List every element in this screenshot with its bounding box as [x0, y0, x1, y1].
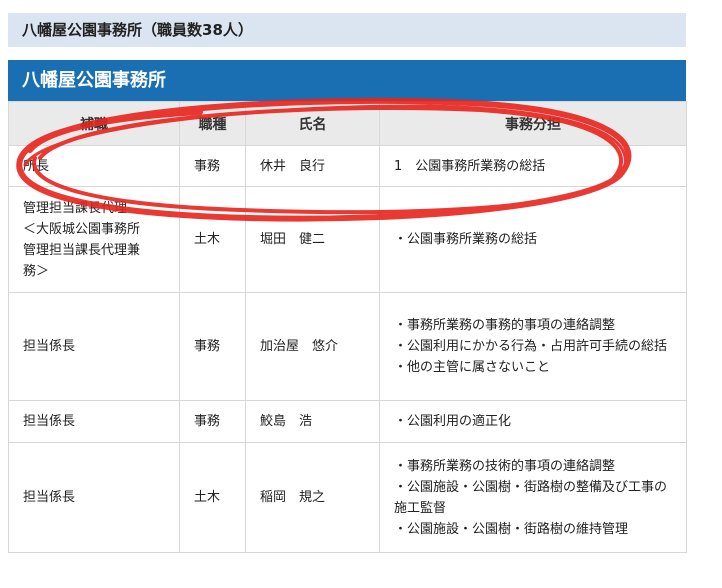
table-header-row: 補職 職種 氏名 事務分担: [8, 101, 687, 146]
table-row: 所長 事務 休井 良行 1 公園事務所業務の総括: [8, 145, 687, 187]
duty-item: ・公園施設・公園樹・街路樹の維持管理: [394, 521, 629, 537]
cell-grade: 事務: [179, 145, 246, 187]
staff-table: 補職 職種 氏名 事務分担 所長 事務 休井 良行 1 公園事務所業務の総括 管理担当課…: [8, 101, 687, 553]
cell-position: 担当係長: [8, 400, 180, 443]
table-row: 担当係長 土木 稲岡 規之 ・事務所業務の技術的事項の連絡調整 ・公園施設・公園樹・街路…: [8, 442, 687, 553]
cell-position: 担当係長: [8, 442, 180, 553]
table-row: 管理担当課長代理 ＜大阪城公園事務所管理担当課長代理兼務＞ 土木 堀田 健二 ・公園事…: [8, 186, 687, 293]
cell-duties: 1 公園事務所業務の総括: [379, 145, 687, 187]
duty-item: ・公園利用にかかる行為・占用許可手続の総括: [394, 339, 668, 354]
cell-duties: ・事務所業務の事務的事項の連絡調整・公園利用にかかる行為・占用許可手続の総括 ・他…: [379, 292, 687, 401]
header-position: 補職: [8, 101, 180, 146]
cell-duties: ・公園事務所業務の総括: [379, 186, 687, 293]
section-heading: 八幡屋公園事務所（職員数38人）: [8, 13, 686, 47]
duty-item: ・公園利用の適正化: [394, 414, 512, 429]
staff-table-container: 八幡屋公園事務所 補職 職種 氏名 事務分担 所長 事務 休井 良行 1 公園事務所業…: [8, 60, 687, 553]
duty-item: ・他の主管に属さないこと: [394, 360, 551, 375]
cell-name: 堀田 健二: [245, 186, 380, 293]
cell-name: 鮫島 浩: [245, 400, 380, 443]
cell-name: 加治屋 悠介: [245, 292, 380, 401]
cell-name: 稲岡 規之: [245, 442, 380, 553]
duty-item: 1 公園事務所業務の総括: [394, 158, 546, 174]
cell-position: 担当係長: [8, 292, 180, 401]
cell-duties: ・公園利用の適正化: [379, 400, 687, 443]
table-caption: 八幡屋公園事務所: [8, 60, 686, 101]
cell-grade: 事務: [179, 400, 246, 443]
header-name: 氏名: [245, 101, 380, 146]
header-duties: 事務分担: [379, 101, 687, 146]
cell-name: 休井 良行: [245, 145, 380, 187]
cell-grade: 土木: [179, 442, 246, 553]
duty-item: ・事務所業務の事務的事項の連絡調整: [394, 318, 616, 333]
cell-position: 管理担当課長代理 ＜大阪城公園事務所管理担当課長代理兼務＞: [8, 186, 180, 293]
header-grade: 職種: [179, 101, 246, 146]
duty-item: ・公園施設・公園樹・街路樹の整備及び工事の施工監督: [394, 479, 668, 516]
cell-grade: 土木: [179, 186, 246, 293]
cell-grade: 事務: [179, 292, 246, 401]
cell-duties: ・事務所業務の技術的事項の連絡調整・公園施設・公園樹・街路樹の整備及び工事の施工…: [379, 442, 687, 553]
duty-item: ・事務所業務の技術的事項の連絡調整: [394, 458, 616, 474]
cell-position: 所長: [8, 145, 180, 187]
table-row: 担当係長 事務 鮫島 浩・公園利用の適正化: [8, 400, 687, 443]
table-row: 担当係長 事務 加治屋 悠介 ・事務所業務の事務的事項の連絡調整・公園利用にかかる行為…: [8, 292, 687, 401]
duty-item: ・公園事務所業務の総括: [394, 232, 538, 247]
